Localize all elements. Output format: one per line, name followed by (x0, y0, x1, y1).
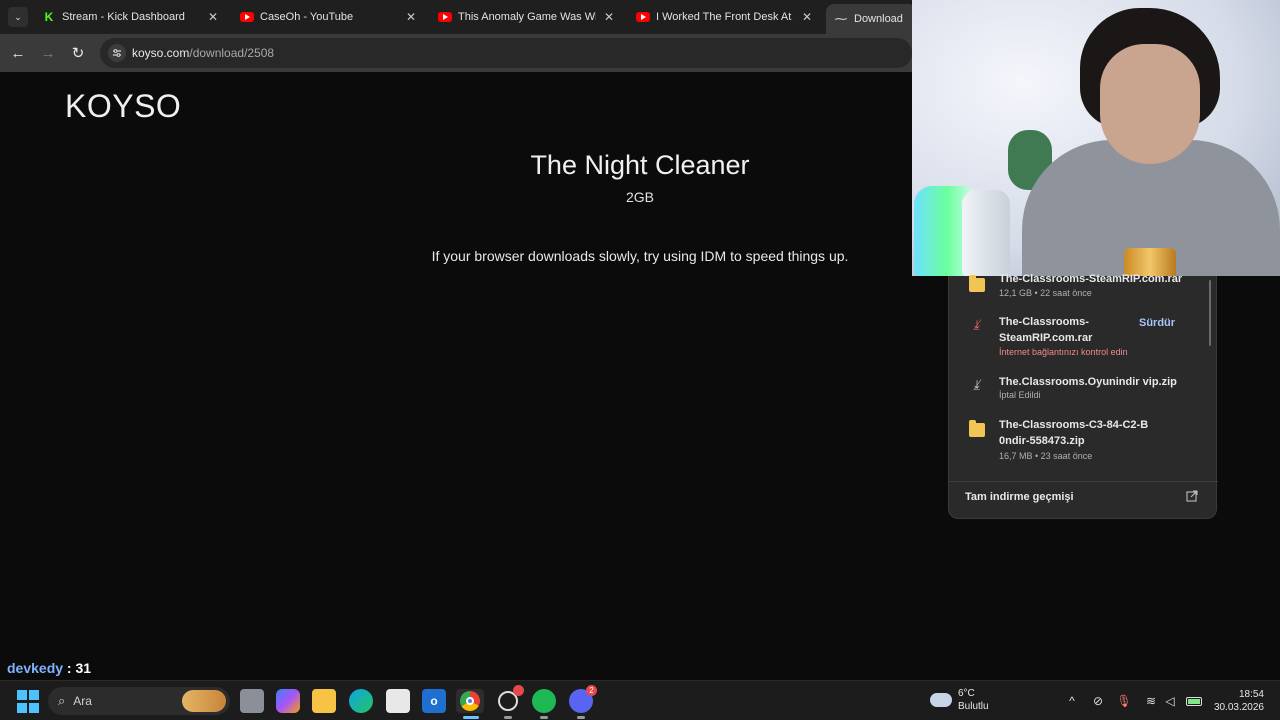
search-highlight-art (182, 690, 226, 712)
chat-message: 31 (75, 660, 92, 676)
url-host: koyso.com (132, 46, 190, 60)
site-logo[interactable]: KOYSO (65, 88, 181, 125)
download-file-name: The-Classrooms-SteamRIP.com.rar (999, 273, 1183, 285)
youtube-icon (438, 10, 452, 24)
reload-icon[interactable]: ↻ (68, 43, 88, 63)
volume-icon[interactable]: ◁ (1162, 693, 1178, 709)
spotify-icon[interactable] (532, 689, 556, 713)
resume-download-button[interactable]: Sürdür (1139, 317, 1175, 329)
app-indicator (504, 716, 512, 719)
folder-icon[interactable] (969, 275, 985, 292)
app-indicator (540, 716, 548, 719)
search-placeholder: Ara (73, 694, 92, 708)
download-error-text: İnternet bağlantınızı kontrol edin (999, 347, 1128, 357)
clock-time: 18:54 (1238, 689, 1264, 700)
kick-icon: K (44, 10, 54, 24)
cloud-icon (930, 693, 952, 707)
full-download-history-link[interactable]: Tam indirme geçmişi (965, 491, 1074, 503)
close-icon[interactable]: ✕ (602, 10, 616, 24)
forward-arrow-icon[interactable]: → (38, 43, 58, 63)
download-item[interactable]: The-Classrooms-SteamRIP.com.rar 12,1 GB … (949, 273, 1211, 306)
url-path: /download/2508 (189, 46, 275, 60)
weather-temperature: 6°C (958, 688, 975, 699)
tab-front-desk[interactable]: I Worked The Front Desk At A M... ✕ (628, 4, 822, 30)
chrome-icon (460, 691, 480, 711)
tab-kick-dashboard[interactable]: K Stream - Kick Dashboard ✕ (34, 4, 228, 30)
app-indicator (577, 716, 585, 719)
weather-description: Bulutlu (958, 701, 989, 712)
windows-start-icon[interactable] (16, 689, 40, 713)
download-file-name: The.Classrooms.Oyunindir vip.zip (999, 376, 1177, 388)
chat-username: devkedy (7, 660, 64, 676)
tab-caseoh-youtube[interactable]: CaseOh - YouTube ✕ (232, 4, 426, 30)
wifi-icon[interactable]: ≋ (1143, 693, 1159, 709)
youtube-icon (636, 10, 650, 24)
webcam-speaker (962, 190, 1010, 276)
chat-separator: : (63, 660, 76, 676)
tab-title: I Worked The Front Desk At A M... (656, 11, 794, 23)
discord-badge: 2 (586, 685, 597, 696)
back-arrow-icon[interactable]: ← (8, 43, 28, 63)
chrome-taskbar-button[interactable] (456, 689, 484, 713)
close-icon[interactable]: ✕ (800, 10, 814, 24)
download-file-meta: 16,7 MB • 23 saat önce (999, 451, 1093, 461)
file-explorer-icon[interactable] (312, 689, 336, 713)
webcam-person-face (1100, 44, 1200, 164)
tab-title: This Anomaly Game Was Wild... (458, 11, 596, 23)
tab-title: CaseOh - YouTube (260, 11, 354, 23)
chat-overlay: devkedy : 31 (7, 660, 91, 676)
edge-icon[interactable] (349, 689, 373, 713)
outlook-icon[interactable]: o (422, 689, 446, 713)
download-item[interactable]: ⤓̸ The.Classrooms.Oyunindir vip.zip İpta… (949, 374, 1211, 408)
downloads-panel: The-Classrooms-SteamRIP.com.rar 12,1 GB … (948, 273, 1218, 519)
site-settings-icon[interactable] (108, 44, 126, 62)
download-file-name: The-Classrooms-C3-84-C2-B0ndir-558473.zi… (999, 419, 1149, 447)
discord-icon[interactable]: 2 (569, 685, 597, 713)
divider (949, 481, 1218, 482)
download-cancelled-icon: ⤓̸ (974, 377, 980, 392)
clock-date: 30.03.2026 (1213, 702, 1264, 713)
download-failed-icon: ⤓̸ (974, 317, 980, 332)
network-off-icon[interactable]: ⊘ (1090, 693, 1106, 709)
tab-download[interactable]: ⁓ Download (826, 4, 916, 34)
folder-icon[interactable] (969, 420, 985, 437)
battery-icon[interactable] (1184, 693, 1204, 709)
close-icon[interactable]: ✕ (404, 10, 418, 24)
system-clock[interactable]: 18:54 30.03.2026 (1212, 688, 1264, 714)
chevron-up-icon[interactable]: ^ (1064, 693, 1080, 709)
close-icon[interactable]: ✕ (206, 10, 220, 24)
tab-anomaly-game[interactable]: This Anomaly Game Was Wild... ✕ (430, 4, 624, 30)
notification-dot (513, 685, 524, 696)
youtube-icon (240, 10, 254, 24)
tab-title: Download (854, 13, 903, 25)
open-in-new-icon[interactable] (1186, 490, 1200, 504)
task-view-icon[interactable] (240, 689, 264, 713)
loading-icon: ⁓ (834, 11, 848, 26)
download-item[interactable]: The-Classrooms-C3-84-C2-B0ndir-558473.zi… (949, 417, 1211, 467)
active-app-indicator (463, 716, 479, 719)
tab-search-button[interactable]: ⌄ (8, 7, 28, 27)
copilot-icon[interactable] (276, 689, 300, 713)
download-file-meta: İptal Edildi (999, 390, 1041, 400)
address-bar[interactable]: koyso.com/download/2508 (100, 38, 912, 68)
taskbar: ⌕ Ara o 2 6°C Bulutlu ^ ⊘ 🎙 ≋ ◁ 18:54 30.… (0, 680, 1280, 720)
download-file-meta: 12,1 GB • 22 saat önce (999, 288, 1092, 298)
download-item[interactable]: ⤓̸ The-Classrooms-SteamRIP.com.rar Sürdü… (949, 314, 1211, 366)
url-text: koyso.com/download/2508 (132, 46, 274, 60)
webcam-overlay (912, 0, 1280, 276)
microsoft-store-icon[interactable] (386, 689, 410, 713)
taskbar-search[interactable]: ⌕ Ara (48, 687, 230, 715)
obs-icon[interactable] (496, 685, 524, 713)
download-file-name: The-Classrooms-SteamRIP.com.rar (999, 316, 1093, 344)
chevron-down-icon: ⌄ (14, 11, 22, 22)
microphone-icon[interactable]: 🎙 (1116, 693, 1132, 709)
weather-widget[interactable]: 6°C Bulutlu (930, 687, 989, 713)
search-icon: ⌕ (58, 693, 66, 708)
tab-title: Stream - Kick Dashboard (62, 11, 185, 23)
